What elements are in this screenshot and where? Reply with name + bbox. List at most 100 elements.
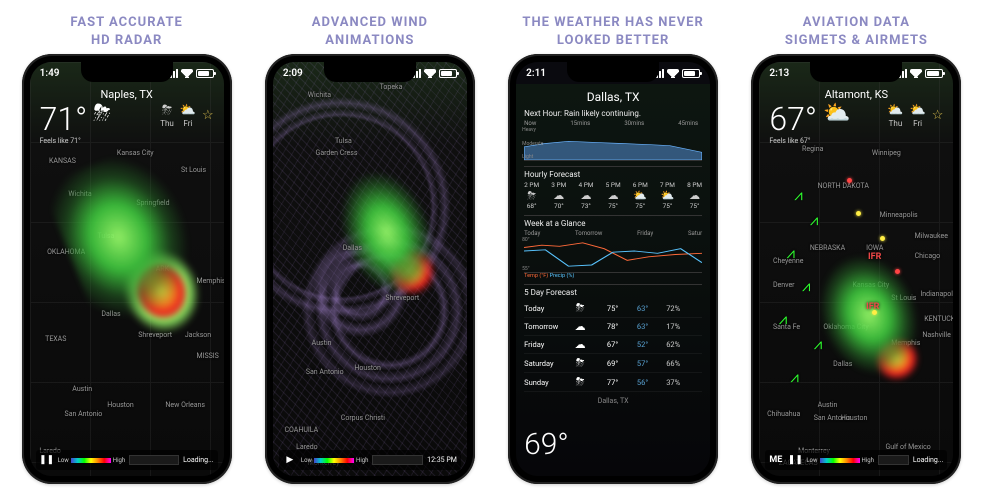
battery-icon	[682, 69, 700, 78]
map-city-label: KANSAS	[49, 157, 76, 165]
forecast-day-thu[interactable]: ⛅Thu	[887, 103, 903, 128]
footer-city: Dallas, TX	[524, 397, 702, 405]
map-city-label: Denver	[773, 281, 795, 289]
notch	[324, 62, 416, 82]
map-city-label: Austin	[312, 339, 332, 347]
map-city-label: Winnipeg	[872, 149, 901, 157]
forecast-row[interactable]: Tomorrow☁78°63°17%	[524, 318, 702, 336]
map-city-label: Chihuahua	[767, 410, 800, 418]
map-city-label: San Antonio	[65, 410, 103, 418]
time-label: 12:35 PM	[427, 456, 457, 464]
weather-header: Altamont, KS 67° Feels like 67° ⛅ ⛅Thu ⛅…	[759, 84, 953, 149]
timeline-track[interactable]	[878, 455, 909, 465]
map-city-label: Milwaukee	[915, 232, 948, 240]
notch	[567, 62, 659, 82]
notch	[81, 62, 173, 82]
phone-screen[interactable]: 2:13 ReginaWinnipegNORTH DAKOTAMinneapol…	[759, 62, 953, 476]
timeline-track[interactable]	[372, 455, 423, 465]
loading-label: Loading...	[913, 456, 944, 464]
airmet-dot-icon	[880, 236, 885, 241]
forecast-row[interactable]: Sunday⛈77°56°37%	[524, 373, 702, 392]
me-badge: ME	[769, 455, 782, 465]
forecast-row[interactable]: Friday☁67°52°62%	[524, 336, 702, 354]
map-city-label: Austin	[818, 401, 838, 409]
map-city-label: New Orleans	[165, 401, 205, 409]
radar-timeline[interactable]: ❚❚ LowHigh Loading...	[36, 450, 218, 470]
turbulence-arrow-icon: ⩘	[790, 368, 798, 386]
five-day-section: 5 Day Forecast Today⛈75°63°72%Tomorrow☁7…	[524, 288, 702, 392]
phone-screen[interactable]: 2:11 Dallas, TX Next Hour: Rain likely c…	[516, 62, 710, 476]
wifi-icon	[424, 69, 436, 78]
current-temp: 67°	[769, 103, 817, 135]
glance-section: Week at a Glance TodayTomorrowFridaySatu…	[524, 219, 702, 279]
turbulence-arrow-icon: ⩘	[802, 277, 810, 295]
big-temp-overlay: 69°	[524, 427, 569, 462]
map-city-label: Topeka	[380, 83, 403, 91]
map-city-label: Garden Cress	[316, 149, 358, 157]
hourly-cell[interactable]: 3 PM☁70°	[551, 181, 566, 210]
forecast-row[interactable]: Today⛈75°63°72%	[524, 299, 702, 318]
turbulence-arrow-icon: ⩘	[814, 335, 822, 353]
forecast-day-thu[interactable]: ⛈Thu	[160, 103, 174, 128]
hourly-cell[interactable]: 7 PM⛅75°	[660, 181, 675, 210]
intensity-scale-icon	[314, 458, 354, 463]
wifi-icon	[910, 69, 922, 78]
map-city-label: Wichita	[308, 91, 331, 99]
clock: 1:49	[40, 68, 60, 79]
phone-screen[interactable]: 2:09 WichitaTopekaTulsaGarden CressDalla…	[273, 62, 467, 476]
hourly-cell[interactable]: 2 PM⛈68°	[524, 181, 539, 210]
notch	[810, 62, 902, 82]
loading-label: Loading...	[183, 456, 214, 464]
map-city-label: TEXAS	[45, 335, 66, 343]
battery-icon	[439, 69, 457, 78]
play-icon[interactable]: ▶	[283, 453, 297, 467]
radar-timeline[interactable]: ME ❚❚ LowHigh Loading...	[765, 450, 947, 470]
hourly-cell[interactable]: 4 PM☁73°	[578, 181, 593, 210]
five-day-rows: Today⛈75°63°72%Tomorrow☁78°63°17%Friday☁…	[524, 299, 702, 392]
pause-icon[interactable]: ❚❚	[40, 453, 54, 467]
pause-icon[interactable]: ❚❚	[788, 453, 802, 467]
slide-caption: ADVANCED WIND ANIMATIONS	[312, 10, 428, 54]
turbulence-arrow-icon: ⩘	[787, 244, 795, 262]
rain-intensity-chart: HeavyModerateLight	[524, 127, 702, 161]
map-city-label: Houston	[354, 364, 381, 372]
star-icon[interactable]: ☆	[932, 108, 944, 123]
slide-3: THE WEATHER HAS NEVER LOOKED BETTER 2:11…	[497, 10, 730, 491]
map-city-label: Houston	[107, 401, 134, 409]
wifi-icon	[181, 69, 193, 78]
wind-map[interactable]: WichitaTopekaTulsaGarden CressDallasAust…	[273, 62, 467, 476]
star-icon[interactable]: ☆	[202, 108, 214, 123]
turbulence-arrow-icon: ⩘	[810, 211, 818, 229]
hourly-row: 2 PM⛈68° 3 PM☁70° 4 PM☁73° 5 PM☁75° 6 PM⛅75°…	[524, 181, 702, 210]
feels-like: Feels like 67°	[769, 137, 817, 145]
slide-caption: AVIATION DATA SIGMETS & AIRMETS	[785, 10, 928, 54]
turbulence-arrow-icon: ⩘	[779, 310, 787, 328]
forecast-row[interactable]: Saturday⛈69°57°66%	[524, 354, 702, 373]
forecast-day-fri[interactable]: ⛅Fri	[180, 103, 196, 128]
radar-timeline[interactable]: ▶ LowHigh 12:35 PM	[279, 450, 461, 470]
slide-caption: THE WEATHER HAS NEVER LOOKED BETTER	[522, 10, 703, 54]
phone-frame: 2:11 Dallas, TX Next Hour: Rain likely c…	[508, 54, 718, 484]
clock: 2:09	[283, 68, 303, 79]
slide-4: AVIATION DATA SIGMETS & AIRMETS 2:13 Reg…	[740, 10, 973, 491]
map-city-label: San Antonio	[306, 368, 344, 376]
battery-icon	[196, 69, 214, 78]
map-city-label: St Louis	[181, 166, 206, 174]
hourly-cell[interactable]: 5 PM☁75°	[606, 181, 621, 210]
feels-like: Feels like 71°	[40, 137, 88, 145]
screenshot-gallery: FAST ACCURATE HD RADAR 1:49 Kansas CityS…	[0, 0, 983, 501]
forecast-detail[interactable]: Dallas, TX Next Hour: Rain likely contin…	[516, 84, 710, 476]
forecast-day-fri[interactable]: ⛅Fri	[910, 103, 926, 128]
map-city-label: Minneapolis	[880, 211, 918, 219]
clock: 2:13	[769, 68, 789, 79]
map-city-label: Dallas	[343, 244, 362, 252]
glance-chart: 80°55°	[524, 237, 702, 273]
map-city-label: Chicago	[915, 252, 941, 260]
phone-screen[interactable]: 1:49 Kansas CitySt LouisKANSASWichitaSpr…	[30, 62, 224, 476]
hourly-cell[interactable]: 6 PM⛅75°	[633, 181, 648, 210]
clock: 2:11	[526, 68, 546, 79]
hourly-cell[interactable]: 8 PM☁75°	[687, 181, 702, 210]
timeline-track[interactable]	[129, 455, 179, 465]
map-city-label: Shreveport	[385, 294, 419, 302]
slide-2: ADVANCED WIND ANIMATIONS 2:09 WichitaTop…	[253, 10, 486, 491]
